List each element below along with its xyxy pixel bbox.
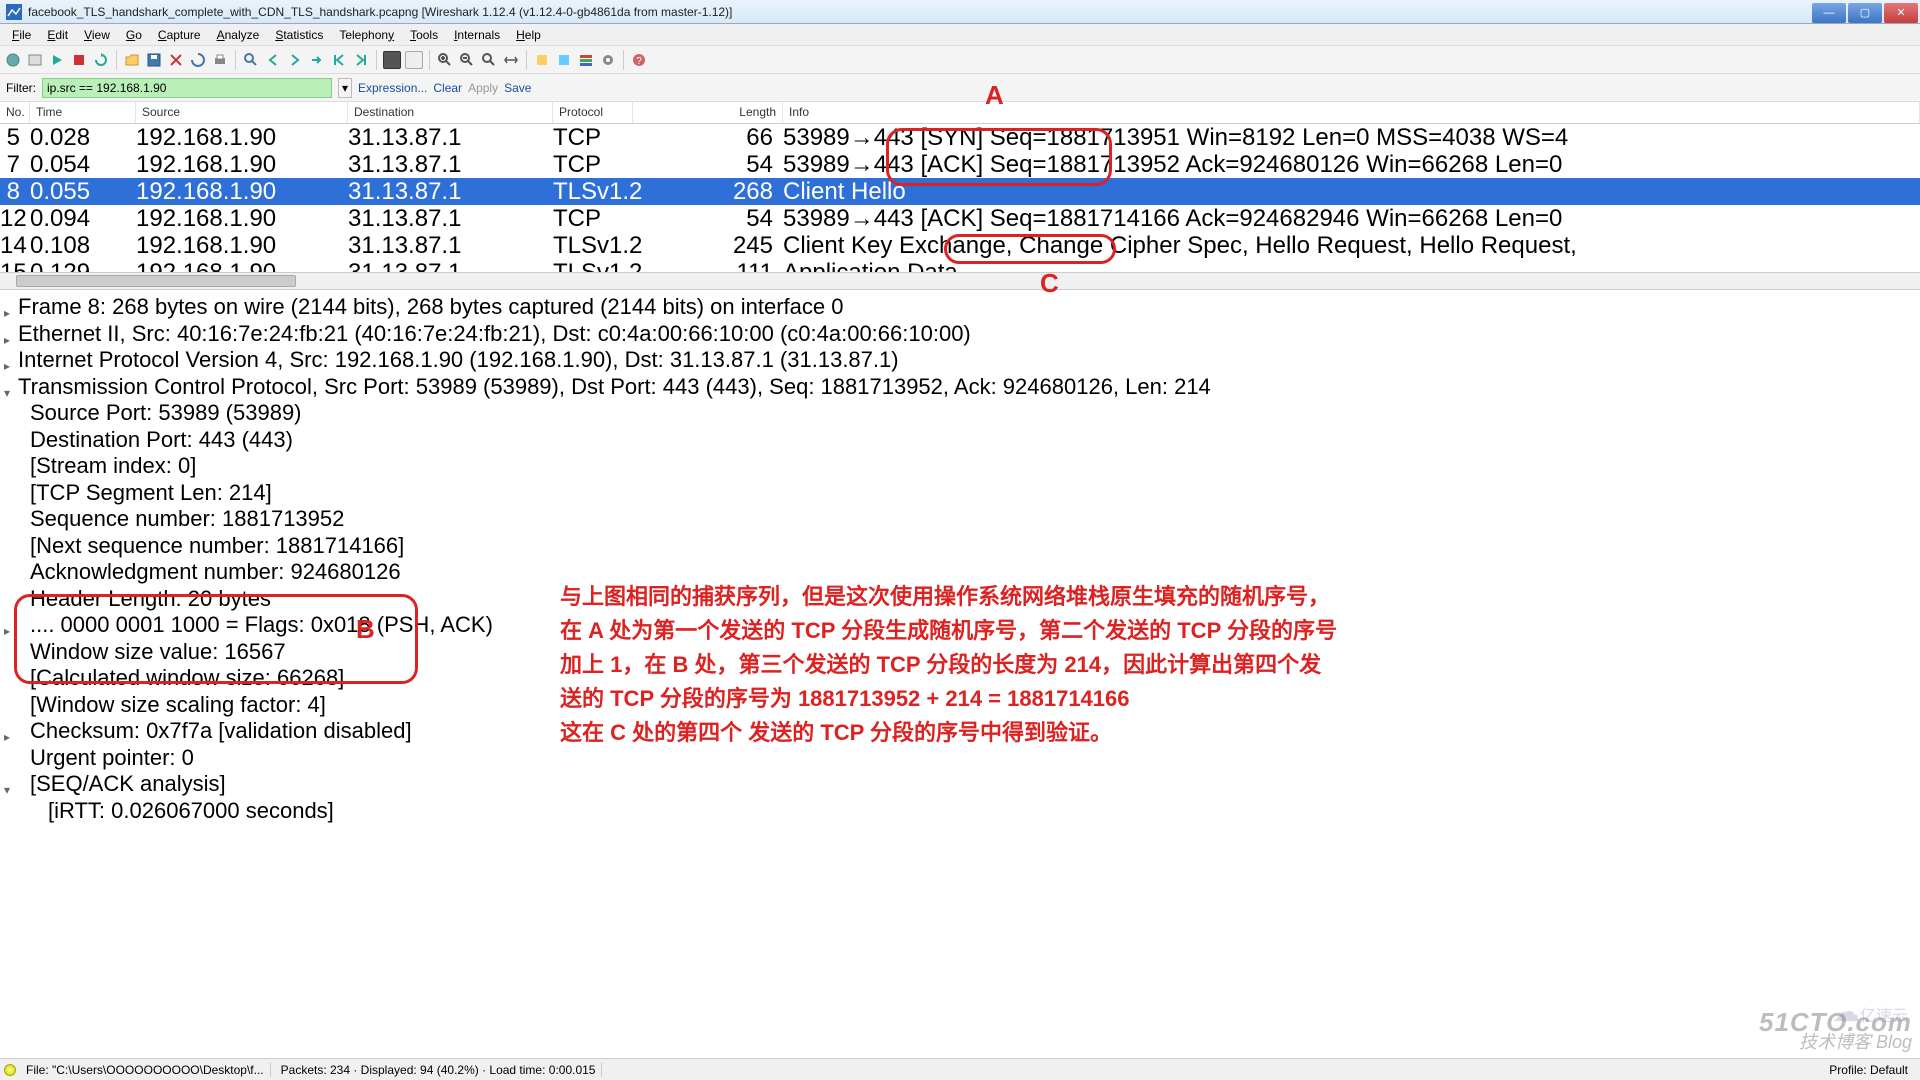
urgent[interactable]: Urgent pointer: 0	[0, 745, 1920, 772]
resize-cols-icon[interactable]	[502, 51, 520, 69]
seg-len[interactable]: [TCP Segment Len: 214]	[0, 480, 1920, 507]
maximize-button[interactable]: ▢	[1848, 3, 1882, 23]
h-scrollbar[interactable]	[0, 272, 1920, 290]
packet-columns: No. Time Source Destination Protocol Len…	[0, 102, 1920, 124]
dst-port[interactable]: Destination Port: 443 (443)	[0, 427, 1920, 454]
toolbar: ?	[0, 46, 1920, 74]
next-seq[interactable]: [Next sequence number: 1881714166]	[0, 533, 1920, 560]
filter-clear[interactable]: Clear	[433, 81, 462, 95]
reload-icon[interactable]	[189, 51, 207, 69]
first-icon[interactable]	[330, 51, 348, 69]
filter-save[interactable]: Save	[504, 81, 531, 95]
menubar: File Edit View Go Capture Analyze Statis…	[0, 24, 1920, 46]
zoomin-icon[interactable]	[436, 51, 454, 69]
filter-apply[interactable]: Apply	[468, 81, 498, 95]
filter-expression[interactable]: Expression...	[358, 81, 427, 95]
col-time[interactable]: Time	[30, 102, 136, 123]
restart-icon[interactable]	[92, 51, 110, 69]
frame-line[interactable]: Frame 8: 268 bytes on wire (2144 bits), …	[0, 294, 1920, 321]
menu-internals[interactable]: Internals	[446, 26, 508, 44]
packet-row[interactable]: 120.094192.168.1.9031.13.87.1TCP5453989→…	[0, 205, 1920, 232]
close-button[interactable]: ✕	[1884, 3, 1918, 23]
calc-win[interactable]: [Calculated window size: 66268]	[0, 665, 1920, 692]
stop-icon[interactable]	[70, 51, 88, 69]
col-no[interactable]: No.	[0, 102, 30, 123]
flags[interactable]: .... 0000 0001 1000 = Flags: 0x018 (PSH,…	[0, 612, 1920, 639]
filter-dropdown[interactable]: ▾	[338, 78, 352, 98]
help-icon[interactable]: ?	[630, 51, 648, 69]
save-icon[interactable]	[145, 51, 163, 69]
find-icon[interactable]	[242, 51, 260, 69]
col-protocol[interactable]: Protocol	[553, 102, 633, 123]
svg-text:?: ?	[636, 56, 642, 67]
win-size[interactable]: Window size value: 16567	[0, 639, 1920, 666]
expert-led-icon[interactable]	[4, 1064, 16, 1076]
packet-row[interactable]: 80.055192.168.1.9031.13.87.1TLSv1.2268Cl…	[0, 178, 1920, 205]
coloring-rules-icon[interactable]	[577, 51, 595, 69]
filter-input[interactable]: ip.src == 192.168.1.90	[42, 78, 332, 98]
packet-row[interactable]: 150.129192.168.1.9031.13.87.1TLSv1.2111A…	[0, 259, 1920, 272]
col-source[interactable]: Source	[136, 102, 348, 123]
prev-icon[interactable]	[264, 51, 282, 69]
open-icon[interactable]	[123, 51, 141, 69]
seqack[interactable]: [SEQ/ACK analysis]	[0, 771, 1920, 798]
packet-details[interactable]: Frame 8: 268 bytes on wire (2144 bits), …	[0, 290, 1920, 826]
checksum[interactable]: Checksum: 0x7f7a [validation disabled]	[0, 718, 1920, 745]
goto-icon[interactable]	[308, 51, 326, 69]
titlebar: facebook_TLS_handshark_complete_with_CDN…	[0, 0, 1920, 24]
col-info[interactable]: Info	[783, 102, 1920, 123]
ack-num[interactable]: Acknowledgment number: 924680126	[0, 559, 1920, 586]
packet-list[interactable]: 50.028192.168.1.9031.13.87.1TCP6653989→4…	[0, 124, 1920, 272]
menu-telephony[interactable]: Telephony	[331, 26, 402, 44]
filter-label: Filter:	[6, 81, 36, 95]
stream-index[interactable]: [Stream index: 0]	[0, 453, 1920, 480]
autoscroll-icon[interactable]	[405, 51, 423, 69]
packet-row[interactable]: 50.028192.168.1.9031.13.87.1TCP6653989→4…	[0, 124, 1920, 151]
menu-file[interactable]: File	[4, 26, 39, 44]
menu-edit[interactable]: Edit	[39, 26, 76, 44]
statusbar: File: "C:\Users\OOOOOOOOOO\Desktop\f... …	[0, 1058, 1920, 1080]
menu-tools[interactable]: Tools	[402, 26, 446, 44]
menu-statistics[interactable]: Statistics	[267, 26, 331, 44]
filter-bar: Filter: ip.src == 192.168.1.90 ▾ Express…	[0, 74, 1920, 102]
window-title: facebook_TLS_handshark_complete_with_CDN…	[28, 5, 732, 19]
display-filter-icon[interactable]	[555, 51, 573, 69]
irtt[interactable]: [iRTT: 0.026067000 seconds]	[0, 798, 1920, 825]
menu-go[interactable]: Go	[118, 26, 150, 44]
interfaces-icon[interactable]	[4, 51, 22, 69]
zoomout-icon[interactable]	[458, 51, 476, 69]
close-file-icon[interactable]	[167, 51, 185, 69]
last-icon[interactable]	[352, 51, 370, 69]
zoom100-icon[interactable]	[480, 51, 498, 69]
menu-capture[interactable]: Capture	[150, 26, 209, 44]
col-length[interactable]: Length	[633, 102, 783, 123]
wireshark-icon	[6, 4, 22, 20]
options-icon[interactable]	[26, 51, 44, 69]
seq-num[interactable]: Sequence number: 1881713952	[0, 506, 1920, 533]
next-icon[interactable]	[286, 51, 304, 69]
prefs-icon[interactable]	[599, 51, 617, 69]
status-file: File: "C:\Users\OOOOOOOOOO\Desktop\f...	[20, 1063, 271, 1077]
minimize-button[interactable]: —	[1812, 3, 1846, 23]
capture-filter-icon[interactable]	[533, 51, 551, 69]
hdr-len[interactable]: Header Length: 20 bytes	[0, 586, 1920, 613]
colorize-icon[interactable]	[383, 51, 401, 69]
ethernet-line[interactable]: Ethernet II, Src: 40:16:7e:24:fb:21 (40:…	[0, 321, 1920, 348]
col-destination[interactable]: Destination	[348, 102, 553, 123]
tcp-line[interactable]: Transmission Control Protocol, Src Port:…	[0, 374, 1920, 401]
ip-line[interactable]: Internet Protocol Version 4, Src: 192.16…	[0, 347, 1920, 374]
packet-row[interactable]: 70.054192.168.1.9031.13.87.1TCP5453989→4…	[0, 151, 1920, 178]
watermark: 51CTO.com 技术博客 Blog	[1759, 1012, 1912, 1052]
menu-help[interactable]: Help	[508, 26, 549, 44]
menu-view[interactable]: View	[76, 26, 118, 44]
start-icon[interactable]	[48, 51, 66, 69]
status-packets: Packets: 234 · Displayed: 94 (40.2%) · L…	[275, 1063, 603, 1077]
status-profile[interactable]: Profile: Default	[1821, 1063, 1916, 1077]
print-icon[interactable]	[211, 51, 229, 69]
packet-row[interactable]: 140.108192.168.1.9031.13.87.1TLSv1.2245C…	[0, 232, 1920, 259]
menu-analyze[interactable]: Analyze	[209, 26, 268, 44]
win-scale[interactable]: [Window size scaling factor: 4]	[0, 692, 1920, 719]
src-port[interactable]: Source Port: 53989 (53989)	[0, 400, 1920, 427]
